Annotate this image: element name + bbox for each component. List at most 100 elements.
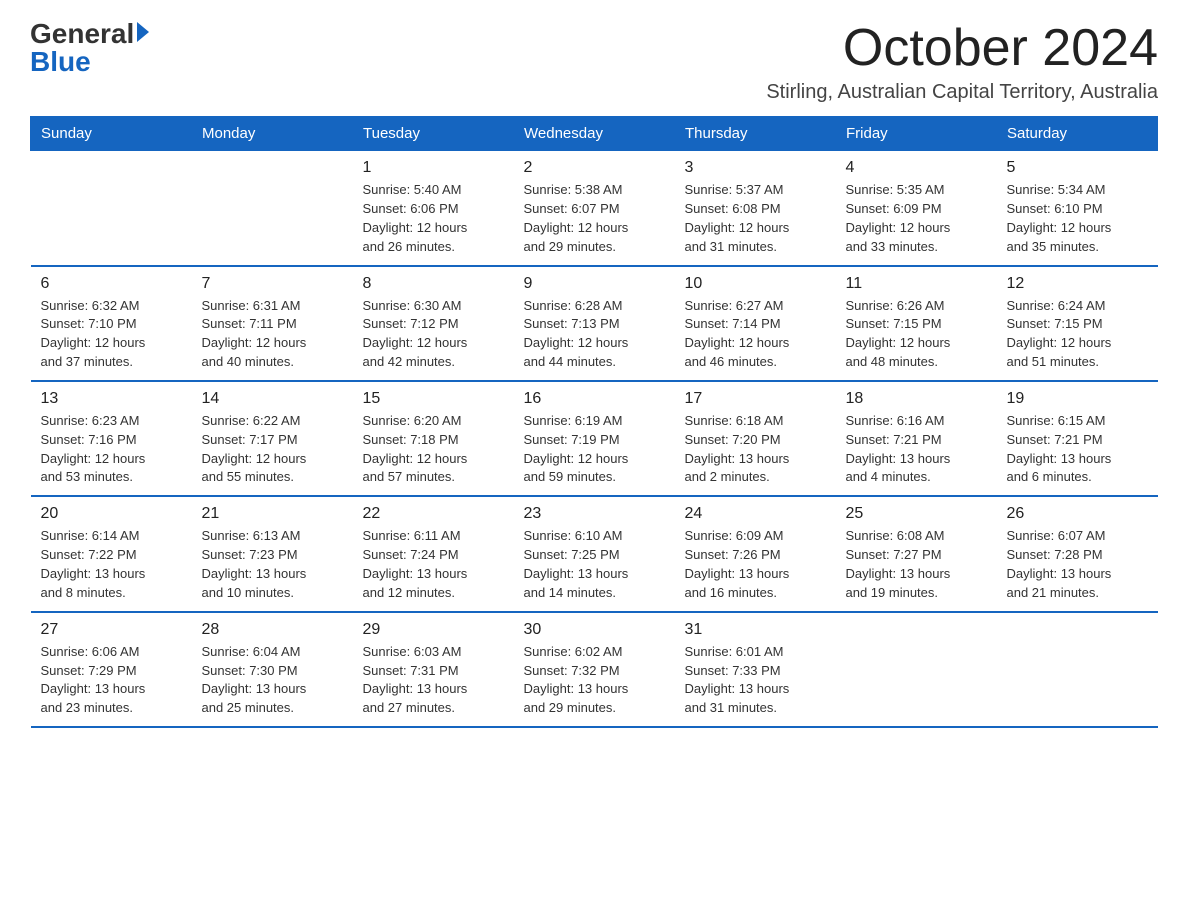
day-info: Sunrise: 6:31 AMSunset: 7:11 PMDaylight:…: [202, 297, 343, 372]
weekday-header-wednesday: Wednesday: [514, 117, 675, 151]
day-info: Sunrise: 6:01 AMSunset: 7:33 PMDaylight:…: [685, 643, 826, 718]
weekday-header-monday: Monday: [192, 117, 353, 151]
calendar-cell: 17 Sunrise: 6:18 AMSunset: 7:20 PMDayligh…: [675, 381, 836, 496]
day-info: Sunrise: 6:23 AMSunset: 7:16 PMDaylight:…: [41, 412, 182, 487]
calendar-cell: 24 Sunrise: 6:09 AMSunset: 7:26 PMDayligh…: [675, 496, 836, 611]
calendar-table: SundayMondayTuesdayWednesdayThursdayFrid…: [30, 116, 1158, 728]
calendar-cell: 14 Sunrise: 6:22 AMSunset: 7:17 PMDayligh…: [192, 381, 353, 496]
calendar-cell: 26 Sunrise: 6:07 AMSunset: 7:28 PMDayligh…: [997, 496, 1158, 611]
day-info: Sunrise: 5:35 AMSunset: 6:09 PMDaylight:…: [846, 181, 987, 256]
calendar-header: SundayMondayTuesdayWednesdayThursdayFrid…: [31, 117, 1158, 151]
day-number: 8: [363, 275, 504, 293]
day-number: 30: [524, 621, 665, 639]
calendar-cell: 23 Sunrise: 6:10 AMSunset: 7:25 PMDayligh…: [514, 496, 675, 611]
location-subtitle: Stirling, Australian Capital Territory, …: [766, 81, 1158, 104]
calendar-body: 1 Sunrise: 5:40 AMSunset: 6:06 PMDaylight…: [31, 151, 1158, 727]
day-number: 17: [685, 390, 826, 408]
title-block: October 2024 Stirling, Australian Capita…: [766, 20, 1158, 104]
day-info: Sunrise: 6:10 AMSunset: 7:25 PMDaylight:…: [524, 527, 665, 602]
calendar-cell: 9Sunrise: 6:28 AMSunset: 7:13 PMDaylight…: [514, 266, 675, 381]
calendar-cell: 30 Sunrise: 6:02 AMSunset: 7:32 PMDayligh…: [514, 612, 675, 727]
calendar-cell: 10Sunrise: 6:27 AMSunset: 7:14 PMDayligh…: [675, 266, 836, 381]
calendar-cell: 12Sunrise: 6:24 AMSunset: 7:15 PMDayligh…: [997, 266, 1158, 381]
day-info: Sunrise: 6:11 AMSunset: 7:24 PMDaylight:…: [363, 527, 504, 602]
calendar-cell: 18 Sunrise: 6:16 AMSunset: 7:21 PMDayligh…: [836, 381, 997, 496]
day-info: Sunrise: 6:19 AMSunset: 7:19 PMDaylight:…: [524, 412, 665, 487]
month-title: October 2024: [766, 20, 1158, 77]
day-number: 11: [846, 275, 987, 293]
calendar-cell: 25 Sunrise: 6:08 AMSunset: 7:27 PMDayligh…: [836, 496, 997, 611]
day-number: 1: [363, 159, 504, 177]
calendar-cell: [31, 151, 192, 266]
logo-blue: Blue: [30, 48, 91, 76]
day-number: 27: [41, 621, 182, 639]
day-number: 7: [202, 275, 343, 293]
calendar-week-4: 20Sunrise: 6:14 AMSunset: 7:22 PMDayligh…: [31, 496, 1158, 611]
calendar-cell: 3 Sunrise: 5:37 AMSunset: 6:08 PMDaylight…: [675, 151, 836, 266]
day-info: Sunrise: 6:07 AMSunset: 7:28 PMDaylight:…: [1007, 527, 1148, 602]
day-number: 13: [41, 390, 182, 408]
day-info: Sunrise: 6:08 AMSunset: 7:27 PMDaylight:…: [846, 527, 987, 602]
day-info: Sunrise: 6:03 AMSunset: 7:31 PMDaylight:…: [363, 643, 504, 718]
calendar-cell: [997, 612, 1158, 727]
day-number: 16: [524, 390, 665, 408]
calendar-cell: 27 Sunrise: 6:06 AMSunset: 7:29 PMDayligh…: [31, 612, 192, 727]
calendar-cell: 29Sunrise: 6:03 AMSunset: 7:31 PMDayligh…: [353, 612, 514, 727]
day-info: Sunrise: 6:13 AMSunset: 7:23 PMDaylight:…: [202, 527, 343, 602]
day-number: 14: [202, 390, 343, 408]
day-number: 21: [202, 505, 343, 523]
page-header: General Blue October 2024 Stirling, Aust…: [30, 20, 1158, 104]
day-number: 10: [685, 275, 826, 293]
day-number: 23: [524, 505, 665, 523]
day-info: Sunrise: 6:04 AMSunset: 7:30 PMDaylight:…: [202, 643, 343, 718]
calendar-cell: 21 Sunrise: 6:13 AMSunset: 7:23 PMDayligh…: [192, 496, 353, 611]
day-number: 15: [363, 390, 504, 408]
calendar-week-5: 27 Sunrise: 6:06 AMSunset: 7:29 PMDayligh…: [31, 612, 1158, 727]
calendar-cell: 13 Sunrise: 6:23 AMSunset: 7:16 PMDayligh…: [31, 381, 192, 496]
day-number: 3: [685, 159, 826, 177]
weekday-header-thursday: Thursday: [675, 117, 836, 151]
day-number: 25: [846, 505, 987, 523]
weekday-header-row: SundayMondayTuesdayWednesdayThursdayFrid…: [31, 117, 1158, 151]
calendar-cell: 19Sunrise: 6:15 AMSunset: 7:21 PMDayligh…: [997, 381, 1158, 496]
calendar-cell: 16 Sunrise: 6:19 AMSunset: 7:19 PMDayligh…: [514, 381, 675, 496]
day-number: 22: [363, 505, 504, 523]
day-info: Sunrise: 6:14 AMSunset: 7:22 PMDaylight:…: [41, 527, 182, 602]
calendar-week-3: 13 Sunrise: 6:23 AMSunset: 7:16 PMDayligh…: [31, 381, 1158, 496]
day-info: Sunrise: 6:16 AMSunset: 7:21 PMDaylight:…: [846, 412, 987, 487]
logo-general: General: [30, 20, 134, 48]
day-info: Sunrise: 6:32 AMSunset: 7:10 PMDaylight:…: [41, 297, 182, 372]
day-info: Sunrise: 6:15 AMSunset: 7:21 PMDaylight:…: [1007, 412, 1148, 487]
day-number: 28: [202, 621, 343, 639]
day-info: Sunrise: 6:30 AMSunset: 7:12 PMDaylight:…: [363, 297, 504, 372]
day-info: Sunrise: 5:40 AMSunset: 6:06 PMDaylight:…: [363, 181, 504, 256]
day-info: Sunrise: 6:26 AMSunset: 7:15 PMDaylight:…: [846, 297, 987, 372]
day-info: Sunrise: 6:28 AMSunset: 7:13 PMDaylight:…: [524, 297, 665, 372]
calendar-cell: 6 Sunrise: 6:32 AMSunset: 7:10 PMDaylight…: [31, 266, 192, 381]
calendar-cell: 31 Sunrise: 6:01 AMSunset: 7:33 PMDayligh…: [675, 612, 836, 727]
day-number: 12: [1007, 275, 1148, 293]
day-number: 6: [41, 275, 182, 293]
calendar-cell: 8 Sunrise: 6:30 AMSunset: 7:12 PMDaylight…: [353, 266, 514, 381]
calendar-cell: 4 Sunrise: 5:35 AMSunset: 6:09 PMDaylight…: [836, 151, 997, 266]
day-info: Sunrise: 6:22 AMSunset: 7:17 PMDaylight:…: [202, 412, 343, 487]
calendar-cell: 11 Sunrise: 6:26 AMSunset: 7:15 PMDayligh…: [836, 266, 997, 381]
calendar-cell: 7 Sunrise: 6:31 AMSunset: 7:11 PMDaylight…: [192, 266, 353, 381]
calendar-cell: 15Sunrise: 6:20 AMSunset: 7:18 PMDayligh…: [353, 381, 514, 496]
weekday-header-tuesday: Tuesday: [353, 117, 514, 151]
day-number: 18: [846, 390, 987, 408]
calendar-cell: 2Sunrise: 5:38 AMSunset: 6:07 PMDaylight…: [514, 151, 675, 266]
day-number: 24: [685, 505, 826, 523]
logo-arrow-icon: [137, 22, 149, 42]
day-number: 2: [524, 159, 665, 177]
logo: General Blue: [30, 20, 149, 76]
day-number: 26: [1007, 505, 1148, 523]
day-number: 4: [846, 159, 987, 177]
day-info: Sunrise: 6:09 AMSunset: 7:26 PMDaylight:…: [685, 527, 826, 602]
day-number: 31: [685, 621, 826, 639]
day-info: Sunrise: 6:02 AMSunset: 7:32 PMDaylight:…: [524, 643, 665, 718]
day-info: Sunrise: 6:06 AMSunset: 7:29 PMDaylight:…: [41, 643, 182, 718]
day-info: Sunrise: 6:18 AMSunset: 7:20 PMDaylight:…: [685, 412, 826, 487]
weekday-header-saturday: Saturday: [997, 117, 1158, 151]
day-info: Sunrise: 5:37 AMSunset: 6:08 PMDaylight:…: [685, 181, 826, 256]
